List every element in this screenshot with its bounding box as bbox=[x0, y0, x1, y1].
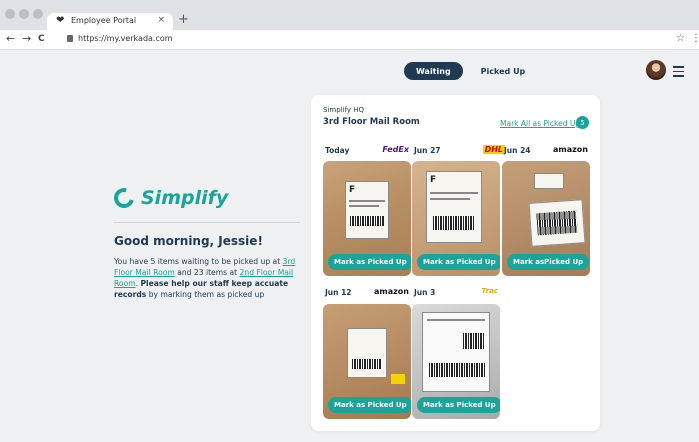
shipping-label: F bbox=[426, 171, 482, 243]
shipping-label bbox=[422, 312, 490, 392]
sticker bbox=[391, 374, 405, 384]
back-icon[interactable]: ← bbox=[6, 32, 15, 45]
mailroom-card: Simplify HQ 3rd Floor Mail Room Mark All… bbox=[311, 95, 600, 431]
package-header: Jun 12 amazon bbox=[323, 287, 411, 299]
amazon-logo: amazon bbox=[374, 287, 409, 296]
tab-waiting[interactable]: Waiting bbox=[404, 62, 463, 80]
tab-title: Employee Portal bbox=[71, 16, 137, 25]
label-line bbox=[430, 198, 470, 200]
package-card[interactable]: Mark as Picked Up bbox=[323, 304, 411, 419]
barcode bbox=[536, 210, 578, 236]
mark-picked-up-button[interactable]: Mark asPicked Up bbox=[507, 254, 590, 270]
shipping-label bbox=[528, 199, 586, 247]
org-name: Simplify HQ bbox=[323, 106, 365, 114]
mark-picked-up-button[interactable]: Mark as Picked Up bbox=[328, 397, 411, 413]
tab-picked-up[interactable]: Picked Up bbox=[469, 62, 538, 80]
close-icon[interactable]: × bbox=[157, 15, 165, 25]
package-card[interactable]: Mark as Picked Up bbox=[412, 304, 500, 419]
package-header: Jun 3 Trac bbox=[412, 287, 500, 299]
package-date: Today bbox=[325, 146, 350, 155]
label-text: F bbox=[349, 185, 356, 195]
shipping-label: F bbox=[345, 181, 389, 239]
star-icon[interactable]: ☆ bbox=[676, 33, 685, 44]
hamburger-menu-icon[interactable] bbox=[673, 66, 684, 80]
reload-icon[interactable]: C bbox=[38, 34, 45, 44]
message-text: by marking them as picked up bbox=[146, 290, 265, 299]
status-toggle: Waiting Picked Up bbox=[404, 62, 537, 80]
mark-all-button[interactable]: Mark All as Picked Up bbox=[500, 119, 580, 128]
barcode bbox=[352, 359, 382, 369]
package-card[interactable]: F Mark as Picked Up bbox=[412, 161, 500, 276]
count-badge: 5 bbox=[576, 116, 589, 129]
message-text: You have 5 items waiting to be picked up… bbox=[114, 257, 283, 266]
package-card[interactable]: F Mark as Picked Up bbox=[323, 161, 411, 276]
window-minimize-dot[interactable] bbox=[19, 9, 29, 19]
divider bbox=[114, 222, 300, 223]
message-text: and 23 items at bbox=[174, 268, 240, 277]
label-line bbox=[349, 205, 379, 207]
window-maximize-dot[interactable] bbox=[33, 9, 43, 19]
shipping-label bbox=[347, 328, 387, 378]
label-line bbox=[430, 192, 478, 194]
package-header: Today FedEx bbox=[323, 145, 411, 157]
label-line bbox=[349, 200, 385, 202]
page: Waiting Picked Up Simplify Good morning,… bbox=[0, 50, 699, 442]
brand-logo: Simplify bbox=[110, 184, 229, 212]
package-date: Jun 24 bbox=[504, 146, 531, 155]
mark-picked-up-button[interactable]: Mark as Picked Up bbox=[328, 254, 411, 270]
package-date: Jun 27 bbox=[414, 146, 441, 155]
shipping-label bbox=[534, 173, 564, 189]
greeting-title: Good morning, Jessie! bbox=[114, 234, 263, 248]
ontrac-logo: Trac bbox=[481, 287, 498, 295]
greeting-message: You have 5 items waiting to be picked up… bbox=[114, 256, 304, 300]
browser-tab-bar: ❤ Employee Portal × + bbox=[0, 0, 699, 30]
label-text: F bbox=[430, 175, 437, 185]
barcode bbox=[429, 363, 485, 377]
mailroom-title: 3rd Floor Mail Room bbox=[323, 117, 420, 127]
mark-picked-up-button[interactable]: Mark as Picked Up bbox=[417, 254, 500, 270]
new-tab-button[interactable]: + bbox=[178, 12, 189, 27]
mark-picked-up-button[interactable]: Mark as Picked Up bbox=[417, 397, 500, 413]
package-date: Jun 3 bbox=[414, 288, 436, 297]
barcode bbox=[350, 216, 384, 226]
label-line bbox=[427, 319, 485, 321]
amazon-logo: amazon bbox=[553, 145, 588, 154]
logo-icon bbox=[110, 184, 138, 212]
url-field[interactable]: https://my.verkada.com bbox=[78, 34, 173, 43]
fedex-logo: FedEx bbox=[382, 145, 409, 154]
address-bar: ← → C https://my.verkada.com ☆ ⋮ bbox=[0, 30, 699, 50]
barcode bbox=[463, 333, 485, 349]
lock-icon bbox=[67, 35, 73, 42]
brand-name: Simplify bbox=[141, 187, 229, 209]
window-close-dot[interactable] bbox=[5, 9, 15, 19]
package-header: Jun 24 amazon bbox=[502, 145, 590, 157]
barcode bbox=[433, 216, 475, 230]
package-card[interactable]: Mark asPicked Up bbox=[502, 161, 590, 276]
package-date: Jun 12 bbox=[325, 288, 352, 297]
forward-icon[interactable]: → bbox=[22, 32, 31, 45]
avatar[interactable] bbox=[646, 60, 666, 80]
menu-icon[interactable]: ⋮ bbox=[691, 33, 699, 44]
heart-icon: ❤ bbox=[56, 15, 65, 26]
browser-tab[interactable]: ❤ Employee Portal × bbox=[47, 13, 173, 30]
